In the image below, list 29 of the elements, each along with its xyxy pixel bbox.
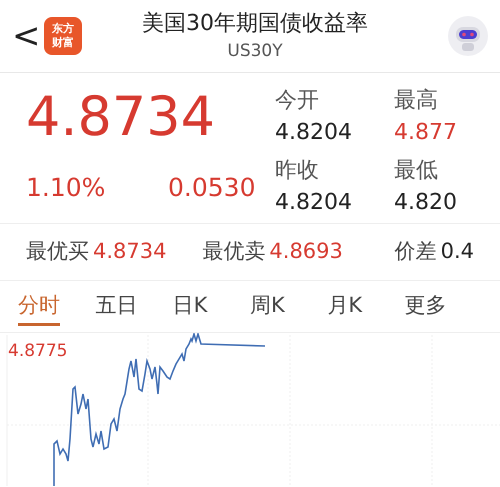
book-value: 0.4: [440, 238, 474, 266]
stat-value: 4.820: [394, 189, 458, 217]
book-value: 4.8734: [93, 238, 166, 266]
current-price: 4.8734: [26, 85, 216, 149]
change-percent: 1.10%: [26, 172, 106, 204]
page-title: 美国30年期国债收益率: [142, 10, 368, 38]
chart-tab[interactable]: 分时: [18, 290, 96, 332]
chart-tab[interactable]: 更多: [404, 290, 482, 332]
stat-label: 最高: [394, 87, 439, 115]
stat-label: 最低: [394, 157, 439, 185]
robot-avatar-icon[interactable]: [448, 16, 488, 56]
back-button[interactable]: <: [12, 19, 38, 53]
stat-label: 昨收: [275, 157, 320, 185]
stat-value: 4.877: [394, 119, 458, 147]
chart-tab[interactable]: 月K: [327, 290, 405, 332]
symbol-code: US30Y: [227, 40, 283, 63]
change-value: 0.0530: [168, 172, 256, 204]
high-price-label: 4.8775: [8, 340, 68, 363]
book-label: 价差: [394, 238, 437, 266]
book-label: 最优卖: [202, 238, 266, 266]
app-logo: 东方 财富: [44, 17, 82, 55]
chart-tab[interactable]: 日K: [172, 290, 250, 332]
stat-label: 今开: [275, 87, 320, 115]
chart-tab[interactable]: 周K: [250, 290, 328, 332]
stat-value: 4.8204: [275, 189, 353, 217]
book-value: 4.8693: [269, 238, 343, 266]
stat-value: 4.8204: [275, 119, 353, 147]
chart-tab[interactable]: 五日: [95, 290, 173, 332]
book-label: 最优买: [26, 238, 89, 266]
